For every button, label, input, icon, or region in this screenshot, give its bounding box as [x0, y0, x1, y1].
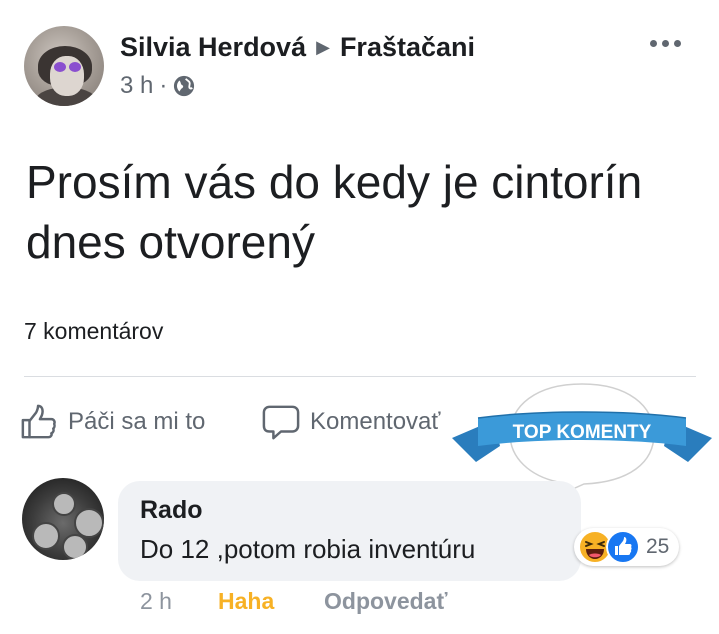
group-name[interactable]: Fraštačani [340, 32, 475, 63]
commenter-name[interactable]: Rado [140, 496, 203, 525]
haha-reaction-link[interactable]: Haha [218, 588, 274, 615]
author-name[interactable]: Silvia Herdová [120, 32, 306, 63]
like-button[interactable]: Páči sa mi to [20, 400, 205, 444]
more-options-icon[interactable] [650, 36, 686, 50]
reply-link[interactable]: Odpovedať [324, 588, 447, 615]
comment-count[interactable]: 7 komentárov [24, 318, 163, 345]
comment-button[interactable]: Komentovať [262, 400, 440, 444]
post-text-line: dnes otvorený [26, 216, 315, 268]
comment-time[interactable]: 2 h [140, 588, 172, 615]
comment-label: Komentovať [310, 408, 441, 435]
globe-icon [174, 75, 195, 97]
meta-separator: · [159, 72, 168, 99]
like-emoji-icon [606, 530, 640, 564]
thumbs-up-icon [21, 404, 56, 439]
like-label: Páči sa mi to [68, 408, 206, 435]
badge-label: TOP KOMENTY [513, 422, 652, 443]
post-header: Silvia Herdová ▶ Fraštačani [120, 29, 475, 65]
divider [24, 376, 696, 377]
post-text: Prosím vás do kedy je cintorín dnes otvo… [26, 152, 686, 272]
comment-bubble-icon [262, 405, 300, 440]
post-text-line: Prosím vás do kedy je cintorín [26, 156, 643, 208]
comment-text: Do 12 ,potom robia inventúru [140, 534, 476, 564]
reaction-count: 25 [646, 535, 670, 558]
post-time[interactable]: 3 h [120, 72, 153, 100]
triangle-right-icon: ▶ [316, 36, 330, 57]
commenter-avatar[interactable] [22, 478, 104, 560]
reaction-summary[interactable]: 25 [574, 528, 680, 566]
post-meta: 3 h · [120, 72, 195, 100]
author-avatar[interactable] [24, 26, 104, 106]
